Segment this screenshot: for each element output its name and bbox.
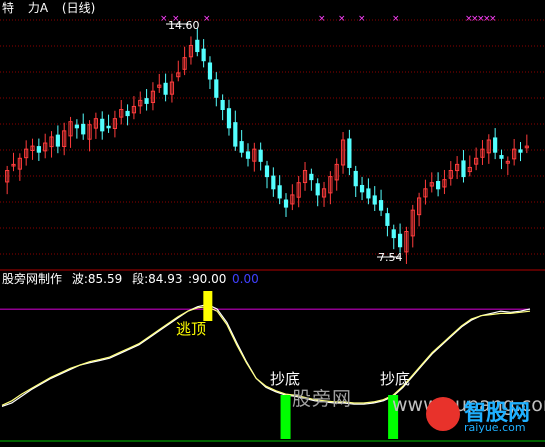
segment-value: 段:84.93: [132, 272, 183, 286]
marker-x-icon: ×: [318, 14, 326, 24]
candle-body: [106, 125, 111, 129]
level0-value: 0.00: [232, 272, 259, 286]
candle-body: [493, 137, 498, 153]
candle-body: [315, 183, 320, 196]
marker-x-icon: ×: [489, 14, 497, 24]
candle-body: [347, 138, 352, 168]
candle-body: [518, 149, 523, 153]
candle-body: [100, 118, 105, 132]
candle-body: [81, 123, 86, 135]
candle-body: [283, 199, 289, 208]
logo-icon: [426, 397, 460, 431]
candle-body: [74, 124, 79, 129]
brand-logo: 智股网 raiyue.com: [424, 393, 542, 441]
candle-body: [226, 108, 232, 129]
candle-body: [214, 79, 219, 98]
marker-x-icon: ×: [203, 14, 211, 24]
marker-x-icon: ×: [392, 14, 400, 24]
marker-x-icon: ×: [338, 14, 346, 24]
period-label: (日线): [61, 1, 96, 15]
strength-label: 力A: [27, 1, 49, 15]
candle-body: [385, 213, 390, 226]
candle-body: [163, 82, 168, 95]
buy-signal-bar: [280, 395, 291, 439]
candle-body: [499, 155, 504, 159]
wave-value: 波:85.59: [71, 272, 123, 286]
candle-body: [372, 195, 377, 205]
marker-x-icon: ×: [160, 14, 168, 24]
candle-body: [359, 184, 365, 193]
buy-bottom-label-2: 抄底: [380, 370, 411, 388]
indicator-header: 股旁网制作 波:85.59 段:84.93: [2, 272, 188, 286]
candle-body: [271, 175, 276, 190]
marker-x-icon: ×: [358, 14, 366, 24]
candle-body: [353, 170, 358, 187]
candle-body: [201, 48, 206, 62]
candle-body: [461, 160, 466, 178]
candle-body: [258, 149, 263, 162]
watermark-site-cn: 股旁网: [292, 388, 353, 410]
candle-body: [239, 141, 244, 153]
candle-body: [36, 146, 41, 153]
candle-body: [366, 188, 371, 199]
stock-label: 特: [2, 1, 15, 15]
low-price-label: 7.54: [378, 251, 403, 264]
candle-body: [378, 200, 384, 211]
candle-body: [264, 165, 270, 178]
candle-body: [125, 110, 130, 117]
candle-body: [144, 98, 149, 104]
chart-title-bar: 特 力A (日线): [2, 1, 105, 15]
logo-url: raiyue.com: [464, 421, 526, 434]
escape-top-label: 逃顶: [176, 320, 207, 338]
escape-signal-bar: [203, 291, 213, 321]
candle-body: [245, 151, 251, 159]
candle-body: [436, 181, 441, 190]
candle-body: [391, 229, 396, 239]
high-price-label: 14.60: [168, 19, 200, 32]
candle-body: [397, 233, 403, 248]
candle-body: [220, 99, 225, 110]
wave-line: [1, 303, 531, 407]
candle-body: [309, 173, 314, 181]
segment-line: [1, 306, 531, 406]
candle-body: [195, 39, 200, 53]
level90-value: :90.00: [188, 272, 227, 286]
candle-body: [233, 122, 238, 147]
indicator-name: 股旁网制作: [2, 272, 63, 286]
candle-body: [277, 185, 282, 199]
candle-body: [207, 62, 213, 80]
buy-bottom-label-1: 抄底: [270, 370, 301, 388]
candle-body: [55, 134, 60, 147]
